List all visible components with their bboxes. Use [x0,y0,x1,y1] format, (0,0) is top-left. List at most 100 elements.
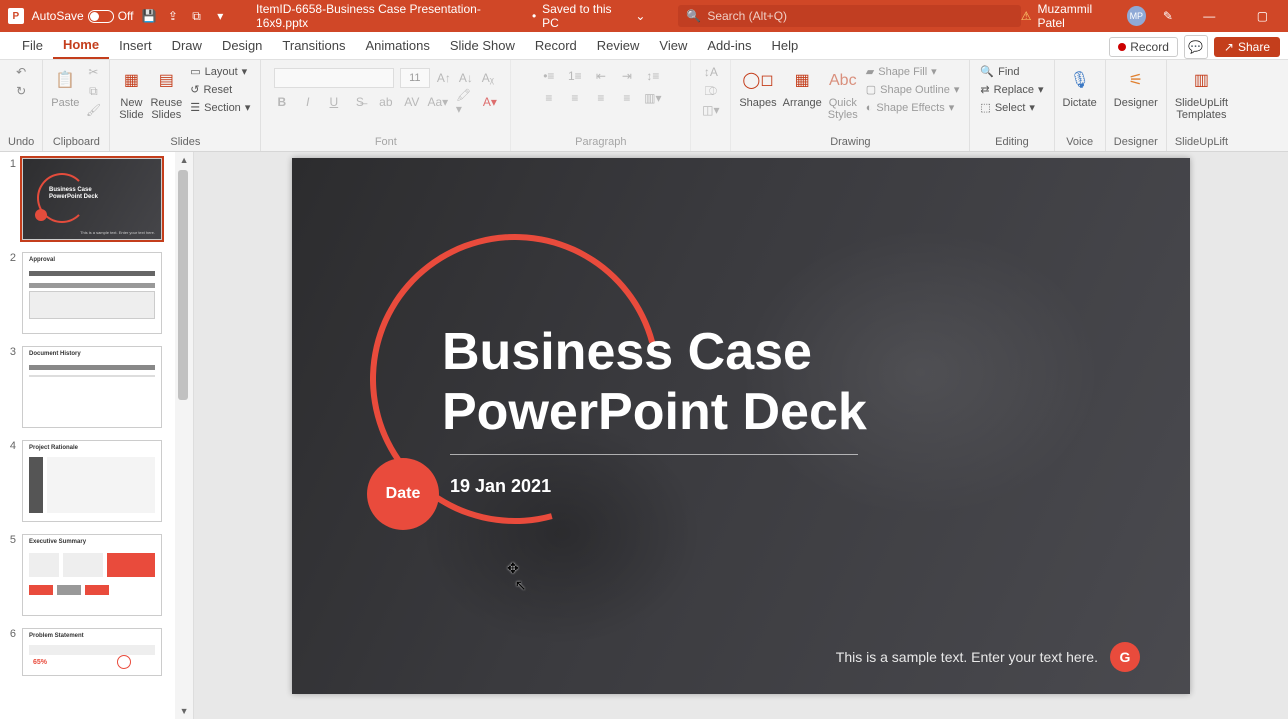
italic-button[interactable]: I [300,94,316,110]
tab-review[interactable]: Review [587,31,650,59]
slide-thumbnails-panel: 1 Business Case PowerPoint Deck This is … [0,152,194,719]
tab-home[interactable]: Home [53,31,109,59]
tab-draw[interactable]: Draw [162,31,212,59]
increase-indent-button[interactable]: ⇥ [619,68,635,84]
slide-canvas[interactable]: Business Case PowerPoint Deck Date 19 Ja… [292,158,1190,694]
cut-button[interactable]: ✂ [85,64,101,80]
thumbnails-scrollbar[interactable]: ▲ ▼ [175,152,193,719]
record-dot-icon [1118,43,1126,51]
quick-styles-button[interactable]: AbcQuick Styles [828,64,858,121]
section-button[interactable]: ☰Section▾ [188,100,252,115]
search-input[interactable]: 🔍 Search (Alt+Q) [678,5,1020,27]
date-badge[interactable]: Date [367,458,439,530]
text-direction-button[interactable]: ↕A [703,64,719,80]
autosave-toggle[interactable]: AutoSave Off [32,9,134,23]
underline-button[interactable]: U [326,94,342,110]
align-left-button[interactable]: ≡ [541,90,557,106]
reuse-slides-icon: ▤ [153,68,179,94]
format-painter-button[interactable]: 🖌 [85,102,101,118]
select-button[interactable]: ⬚Select▾ [978,100,1045,115]
align-text-button[interactable]: ⎄ [703,83,719,99]
tab-design[interactable]: Design [212,31,272,59]
justify-button[interactable]: ≡ [619,90,635,106]
slideuplift-button[interactable]: ▥SlideUpLift Templates [1175,64,1228,121]
tab-file[interactable]: File [12,31,53,59]
qat-overflow-icon[interactable]: ▾ [212,9,228,23]
align-right-button[interactable]: ≡ [593,90,609,106]
smartart-button[interactable]: ◫▾ [703,102,719,118]
font-family-select[interactable] [274,68,394,88]
save-icon[interactable]: 💾 [141,9,157,23]
thumbnail-slide-4[interactable]: Project Rationale [22,440,162,522]
bullets-button[interactable]: •≡ [541,68,557,84]
slide-title[interactable]: Business Case PowerPoint Deck [442,323,867,443]
tab-addins[interactable]: Add-ins [697,31,761,59]
outline-icon: ▢ [866,83,876,96]
undo-button[interactable]: ↶ [13,64,29,80]
decrease-indent-button[interactable]: ⇤ [593,68,609,84]
shape-fill-button[interactable]: ▰Shape Fill▾ [864,64,962,79]
scroll-thumb[interactable] [178,170,188,400]
columns-button[interactable]: ▥▾ [645,90,661,106]
shape-effects-button[interactable]: ◐Shape Effects▾ [864,100,962,115]
record-button[interactable]: Record [1109,37,1178,57]
clear-format-button[interactable]: Aᵪ [480,70,496,86]
layout-button[interactable]: ▭Layout▾ [188,64,252,79]
shapes-button[interactable]: ◯◻Shapes [739,64,776,109]
replace-button[interactable]: ⇄Replace▾ [978,82,1045,97]
numbering-button[interactable]: 1≡ [567,68,583,84]
reset-icon: ↺ [190,83,199,96]
slide-canvas-area[interactable]: Business Case PowerPoint Deck Date 19 Ja… [194,152,1288,719]
scroll-down-icon[interactable]: ▼ [175,703,193,719]
shadow-button[interactable]: ab [378,94,394,110]
thumbnail-slide-6[interactable]: Problem Statement 65% [22,628,162,676]
pen-icon[interactable]: ✎ [1160,9,1176,23]
minimize-button[interactable]: — [1190,0,1229,32]
copy-button[interactable]: ⧉ [85,83,101,99]
group-slideuplift: ▥SlideUpLift Templates SlideUpLift [1167,60,1236,151]
export-icon[interactable]: ⇪ [165,9,181,23]
account-button[interactable]: ⚠ Muzammil Patel MP [1021,2,1146,30]
tab-slideshow[interactable]: Slide Show [440,31,525,59]
arrange-button[interactable]: ▦Arrange [783,64,822,109]
new-slide-button[interactable]: ▦ New Slide [118,64,144,121]
maximize-button[interactable]: ▢ [1243,0,1282,32]
font-color-button[interactable]: A▾ [482,94,498,110]
reset-button[interactable]: ↺Reset [188,82,252,97]
designer-button[interactable]: ⚟Designer [1114,64,1158,109]
mic-icon: 🎙 [1067,68,1093,94]
redo-button[interactable]: ↻ [13,83,29,99]
share-button[interactable]: ↗ Share [1214,37,1280,57]
thumbnail-slide-3[interactable]: Document History [22,346,162,428]
thumbnail-slide-5[interactable]: Executive Summary [22,534,162,616]
strike-button[interactable]: S̶ [352,94,368,110]
tab-insert[interactable]: Insert [109,31,162,59]
comments-button[interactable]: 💬 [1184,35,1208,59]
increase-font-button[interactable]: A↑ [436,70,452,86]
line-spacing-button[interactable]: ↕≡ [645,68,661,84]
bold-button[interactable]: B [274,94,290,110]
tab-animations[interactable]: Animations [356,31,440,59]
tab-help[interactable]: Help [761,31,808,59]
font-size-select[interactable]: 11 [400,68,430,88]
reuse-slides-button[interactable]: ▤ Reuse Slides [150,64,182,121]
thumbnail-slide-2[interactable]: Approval [22,252,162,334]
shape-outline-button[interactable]: ▢Shape Outline▾ [864,82,962,97]
dictate-button[interactable]: 🎙Dictate [1063,64,1097,109]
tab-transitions[interactable]: Transitions [272,31,355,59]
align-center-button[interactable]: ≡ [567,90,583,106]
spacing-button[interactable]: AV [404,94,420,110]
highlight-button[interactable]: 🖍▾ [456,94,472,110]
slide-footer[interactable]: This is a sample text. Enter your text h… [836,642,1140,672]
properties-icon[interactable]: ⧉ [189,9,205,24]
document-title[interactable]: ItemID-6658-Business Case Presentation-1… [256,2,645,30]
scroll-up-icon[interactable]: ▲ [175,152,193,168]
case-button[interactable]: Aa▾ [430,94,446,110]
thumbnail-slide-1[interactable]: Business Case PowerPoint Deck This is a … [22,158,162,240]
find-button[interactable]: 🔍Find [978,64,1045,79]
tab-record[interactable]: Record [525,31,587,59]
tab-view[interactable]: View [649,31,697,59]
decrease-font-button[interactable]: A↓ [458,70,474,86]
slide-date-value[interactable]: 19 Jan 2021 [450,476,551,497]
paste-button[interactable]: 📋 Paste [51,64,79,109]
